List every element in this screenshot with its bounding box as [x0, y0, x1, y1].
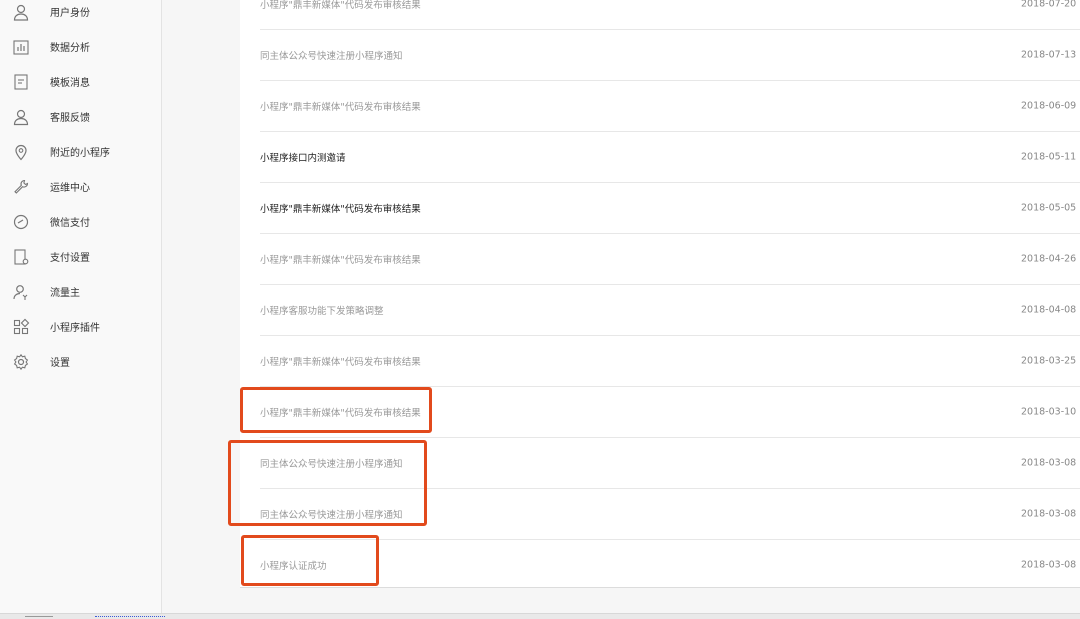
sidebar-item-label: 运维中心	[50, 183, 90, 194]
message-date: 2018-03-10	[1021, 406, 1077, 418]
message-title: 小程序"鼎丰新媒体"代码发布审核结果	[260, 357, 421, 368]
message-date: 2018-04-08	[1021, 304, 1077, 316]
message-row[interactable]: 小程序"鼎丰新媒体"代码发布审核结果2018-03-25˅	[260, 336, 1080, 387]
sidebar-item-label: 小程序插件	[50, 323, 100, 334]
message-row[interactable]: 小程序"鼎丰新媒体"代码发布审核结果2018-07-20˅	[260, 0, 1080, 30]
sidebar-item[interactable]: 流量主	[0, 274, 162, 309]
message-row[interactable]: 小程序"鼎丰新媒体"代码发布审核结果2018-03-10˅	[260, 387, 1080, 438]
sidebar-nav: 用户身份数据分析模板消息客服反馈附近的小程序 运维中心微信支付支付设置流量主小程序…	[0, 0, 162, 619]
message-title: 小程序"鼎丰新媒体"代码发布审核结果	[260, 255, 421, 266]
sidebar-item[interactable]: 客服反馈	[0, 99, 162, 134]
message-row[interactable]: 同主体公众号快速注册小程序通知2018-03-08˅	[260, 489, 1080, 540]
message-date: 2018-03-25	[1021, 355, 1077, 367]
message-date: 2018-03-08	[1021, 457, 1077, 469]
sidebar-item[interactable]: 小程序插件	[0, 309, 162, 344]
message-title: 小程序认证成功	[260, 561, 327, 572]
message-title: 小程序"鼎丰新媒体"代码发布审核结果	[260, 204, 421, 215]
message-title: 同主体公众号快速注册小程序通知	[260, 459, 403, 470]
sidebar-item-label: 模板消息	[50, 78, 90, 89]
message-title: 小程序接口内测邀请	[260, 153, 346, 164]
message-row[interactable]: 小程序接口内测邀请2018-05-11˅	[260, 132, 1080, 183]
message-date: 2018-07-13	[1021, 49, 1077, 61]
message-title: 同主体公众号快速注册小程序通知	[260, 51, 403, 62]
message-list-panel: 小程序"鼎丰新媒体"代码发布审核结果2018-07-20˅同主体公众号快速注册小…	[240, 0, 1080, 588]
payment-gauge-icon	[12, 213, 30, 231]
sidebar-item-label: 客服反馈	[50, 113, 90, 124]
message-row[interactable]: 小程序客服功能下发策略调整2018-04-08˅	[260, 285, 1080, 336]
message-date: 2018-03-08	[1021, 508, 1077, 520]
message-row[interactable]: 同主体公众号快速注册小程序通知2018-07-13˅	[260, 30, 1080, 81]
sidebar-item[interactable]: 附近的小程序	[0, 134, 162, 169]
message-date: 2018-04-26	[1021, 253, 1077, 265]
plugin-grid-icon	[12, 318, 30, 336]
wrench-icon	[12, 178, 30, 196]
message-date: 2018-05-05	[1021, 202, 1077, 214]
traffic-user-icon	[12, 283, 30, 301]
sidebar-item[interactable]: 用户身份	[0, 0, 162, 29]
message-row[interactable]: 小程序"鼎丰新媒体"代码发布审核结果2018-06-09˅	[260, 81, 1080, 132]
sidebar-item[interactable]: 设置	[0, 344, 162, 379]
message-title: 同主体公众号快速注册小程序通知	[260, 510, 403, 521]
location-pin-icon	[12, 143, 30, 161]
message-title: 小程序客服功能下发策略调整	[260, 306, 384, 317]
message-title: 小程序"鼎丰新媒体"代码发布审核结果	[260, 102, 421, 113]
bottom-link[interactable]	[95, 614, 165, 617]
payment-settings-icon	[12, 248, 30, 266]
sidebar-item[interactable]: 数据分析	[0, 29, 162, 64]
sidebar-item[interactable]: 模板消息	[0, 64, 162, 99]
message-date: 2018-05-11	[1021, 151, 1077, 163]
bar-chart-icon	[12, 38, 30, 56]
sidebar-item-label: 数据分析	[50, 43, 90, 54]
message-title: 小程序"鼎丰新媒体"代码发布审核结果	[260, 0, 421, 11]
message-date: 2018-03-08	[1021, 559, 1077, 571]
message-date: 2018-06-09	[1021, 100, 1077, 112]
sidebar-item-label: 附近的小程序	[50, 148, 110, 159]
message-row[interactable]: 小程序认证成功2018-03-08˅	[260, 540, 1080, 587]
bottom-mark	[25, 614, 53, 617]
sidebar-item-label: 设置	[50, 358, 70, 369]
message-title: 小程序"鼎丰新媒体"代码发布审核结果	[260, 408, 421, 419]
sidebar-item[interactable]: 支付设置	[0, 239, 162, 274]
message-row[interactable]: 小程序"鼎丰新媒体"代码发布审核结果2018-04-26˅	[260, 234, 1080, 285]
document-icon	[12, 73, 30, 91]
sidebar-item-label: 微信支付	[50, 218, 90, 229]
sidebar-item[interactable]: 微信支付	[0, 204, 162, 239]
sidebar-item-label: 流量主	[50, 288, 80, 299]
sidebar-item-label: 用户身份	[50, 8, 90, 19]
support-user-icon	[12, 108, 30, 126]
message-row[interactable]: 小程序"鼎丰新媒体"代码发布审核结果2018-05-05˅	[260, 183, 1080, 234]
user-icon	[12, 3, 30, 21]
message-row[interactable]: 同主体公众号快速注册小程序通知2018-03-08˅	[260, 438, 1080, 489]
sidebar-item-label: 支付设置	[50, 253, 90, 264]
sidebar-item[interactable]: 运维中心	[0, 169, 162, 204]
message-date: 2018-07-20	[1021, 0, 1077, 10]
gear-icon	[12, 353, 30, 371]
